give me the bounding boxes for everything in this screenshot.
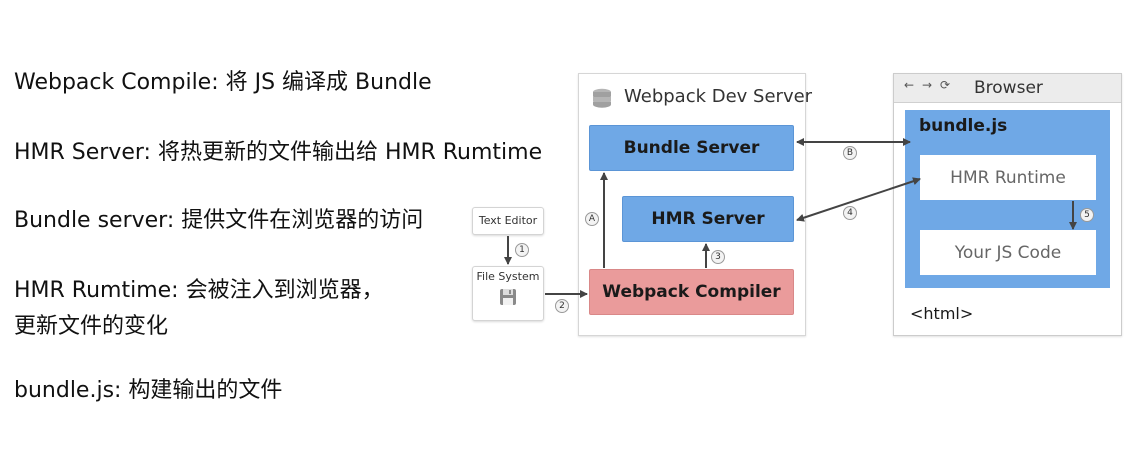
step-1-marker: 1 [515,243,529,257]
diagram-arrows [504,138,1077,298]
step-4-marker: 4 [843,206,857,220]
step-a-marker: A [585,212,599,226]
hmr-diagram: Text Editor File System Webpack Dev Serv… [0,0,1141,453]
arrow-4 [796,177,921,222]
step-5-marker: 5 [1080,208,1094,222]
step-b-marker: B [843,146,857,160]
step-2-marker: 2 [555,299,569,313]
step-3-marker: 3 [711,250,725,264]
